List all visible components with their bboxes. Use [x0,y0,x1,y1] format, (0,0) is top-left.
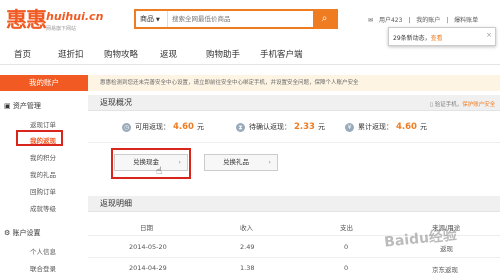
table-divider [88,257,500,258]
table-cell-date: 2014-05-20 [129,243,167,251]
search-icon: ⌕ [321,13,328,24]
nav-home[interactable]: 首页 [14,48,31,60]
mail-icon[interactable]: ✉ [368,17,373,24]
nav-discounts[interactable]: 逛折扣 [58,48,84,60]
coin-icon: ¥ [345,122,354,132]
stat-available: ◷ 可用返现： 4.60 元 [122,122,204,132]
notification-text: 29条新动态， [393,35,431,42]
sidebar-section-settings: ⚙ 账户设置 [4,229,41,237]
my-account-link[interactable]: 我的账户 [416,17,440,24]
notification-view-link[interactable]: 查看 [431,35,443,42]
highlight-box-sidebar [16,130,63,146]
table-cell-income: 2.49 [240,243,255,251]
main-nav: 首页 逛折扣 购物攻略 返现 购物助手 手机客户端 [0,43,500,65]
logo-slogan: 网易旗下网站 [46,26,77,32]
sidebar-item-cashback-orders[interactable]: 返现订单 [30,119,56,129]
stat-pending: ⧗ 待确认返现： 2.33 元 [236,122,325,132]
sidebar-item-linked-login[interactable]: 联合登录 [30,263,56,273]
security-notice: 惠惠检测到您还未完善安全中心设置，请立即前往安全中心绑定手机，并设置安全问题，保… [88,75,500,91]
redeem-gift-button[interactable]: 兑换礼品 › [204,154,278,171]
sidebar-item-buyback-orders[interactable]: 回购订单 [30,186,56,196]
column-header-expense: 支出 [340,224,353,232]
search-category-select[interactable]: 商品 ▼ [136,11,168,27]
stat-total: ¥ 累计返现： 4.60 元 [345,122,427,132]
table-cell-date: 2014-04-29 [129,264,167,272]
nav-mobile-app[interactable]: 手机客户端 [260,48,303,60]
hourglass-icon: ⧗ [236,122,245,132]
nav-assistant[interactable]: 购物助手 [206,48,240,60]
search-bar: 商品▼ ⌕ [134,9,338,29]
logo-url: huihui.cn [46,10,104,23]
details-title: 返现明细 [88,196,500,212]
sidebar-item-my-points[interactable]: 我的积分 [30,152,56,162]
notification-popup: 29条新动态，查看 × [388,27,496,46]
settings-icon: ⚙ [4,229,11,237]
table-cell-expense: 0 [344,243,349,251]
sidebar-item-levels[interactable]: 成就等级 [30,203,56,213]
verify-phone-link[interactable]: ▯ 验证手机，保护账户安全 [430,100,495,108]
nav-cashback[interactable]: 返现 [160,48,177,60]
chevron-right-icon: › [268,158,271,166]
table-cell-expense: 0 [344,264,349,272]
search-button[interactable]: ⌕ [313,11,336,27]
wallet-icon: ▣ [4,102,11,110]
top-links: ✉ 用户423 | 我的账户 | 爆料账单 [368,17,479,24]
chevron-down-icon: ▼ [156,17,160,23]
search-input[interactable] [172,11,312,27]
sidebar-item-profile[interactable]: 个人信息 [30,246,56,256]
column-header-date: 日期 [140,224,153,232]
table-cell-income: 1.38 [240,264,255,272]
logo-text: 惠惠 [6,7,47,32]
sidebar-section-assets: ▣ 资产管理 [4,102,41,110]
clock-icon: ◷ [122,122,131,132]
sidebar-item-my-gifts[interactable]: 我的礼品 [30,169,56,179]
table-cell-source: 京东返现 [432,266,458,274]
site-logo[interactable]: 惠惠 huihui.cn 网易旗下网站 [6,4,103,40]
nav-guides[interactable]: 购物攻略 [104,48,138,60]
column-header-income: 收入 [240,224,253,232]
sidebar-header: 我的账户 [0,75,88,91]
overview-divider [88,142,500,143]
close-icon[interactable]: × [486,31,492,39]
user-link[interactable]: 用户423 [379,17,402,24]
deals-link[interactable]: 爆料账单 [454,17,478,24]
hand-cursor-icon: ☝ [156,166,163,177]
highlight-box-button [111,148,191,179]
phone-icon: ▯ [430,102,434,108]
